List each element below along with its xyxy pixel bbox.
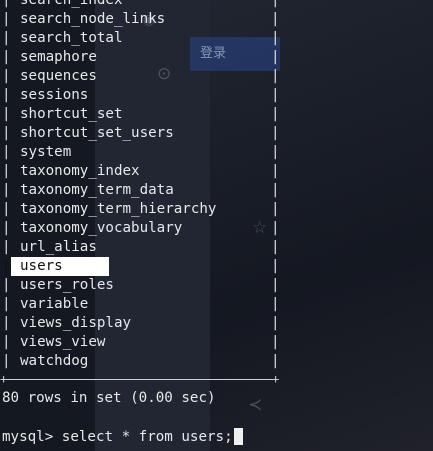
table-border-left: | [2,182,11,198]
table-row: | taxonomy_index | [0,162,433,181]
table-border-right: | [271,201,280,217]
table-row: | taxonomy_term_hierarchy | [0,200,433,219]
table-row: | variable | [0,295,433,314]
table-row: | shortcut_set_users | [0,124,433,143]
table-border-right: | [271,315,280,331]
table-border-left: | [2,125,11,141]
table-border-left: | [2,87,11,103]
table-border-right: | [271,68,280,84]
table-row: | users_roles | [0,276,433,295]
table-cell: taxonomy_vocabulary [20,220,183,236]
table-border-right: | [271,106,280,122]
table-border-right: | [271,353,280,369]
table-border-right: | [271,125,280,141]
table-row: | search_node_links | [0,10,433,29]
table-cell: url_alias [20,239,97,255]
table-border-right: | [271,296,280,312]
table-row: | users | [0,257,433,276]
table-row: | views_display | [0,314,433,333]
table-border-right: | [271,182,280,198]
table-cell: search_index [20,0,123,8]
table-border-right: | [271,163,280,179]
table-border-left: | [2,144,11,160]
table-cell: taxonomy_term_data [20,182,174,198]
table-border-left: | [2,0,11,8]
table-cell: system [20,144,72,160]
table-border-right: | [271,258,280,274]
table-row: | watchdog | [0,352,433,371]
table-cell: users [11,257,109,276]
result-summary: 80 rows in set (0.00 sec) [2,390,216,406]
command-input[interactable]: select * from users; [62,429,233,445]
table-border-left: | [2,258,11,274]
table-border-right: | [271,239,280,255]
table-cell: views_view [20,334,106,350]
table-cell: shortcut_set_users [20,125,174,141]
table-cell: taxonomy_term_hierarchy [20,201,217,217]
table-cell: sessions [20,87,89,103]
table-row: | sequences | [0,67,433,86]
table-row: | shortcut_set | [0,105,433,124]
table-border-left: | [2,163,11,179]
table-cell: sequences [20,68,97,84]
table-border-right: | [271,334,280,350]
table-border-left: | [2,353,11,369]
table-row: | search_total | [0,29,433,48]
mysql-prompt: mysql> [2,428,54,445]
table-row: | views_view | [0,333,433,352]
table-row: | search_index | [0,0,433,10]
table-border-right: | [271,277,280,293]
table-cell: watchdog [20,353,89,369]
table-row: | system | [0,143,433,162]
table-cell: users_roles [20,277,114,293]
table-border-left: | [2,334,11,350]
table-row: | taxonomy_vocabulary | [0,219,433,238]
table-border-right: | [271,0,280,8]
table-border-right: | [271,30,280,46]
terminal-output[interactable]: | search_index | | search_node_links | | search… [0,0,433,371]
table-row: | semaphore | [0,48,433,67]
table-border-left: | [2,220,11,236]
table-cell: search_total [20,30,123,46]
share-icon: ≺ [248,395,263,415]
table-border-left: | [2,106,11,122]
table-cell: shortcut_set [20,106,123,122]
table-border-right: | [271,220,280,236]
table-border-left: | [2,30,11,46]
table-corner-left: + [0,372,8,386]
table-border-left: | [2,296,11,312]
table-border-left: | [2,11,11,27]
table-border-left: | [2,277,11,293]
table-border-left: | [2,49,11,65]
table-row: | sessions | [0,86,433,105]
table-row: | url_alias | [0,238,433,257]
command-line[interactable]: mysql> select * from users; [2,428,243,445]
table-cell: search_node_links [20,11,166,27]
table-border-left: | [2,68,11,84]
table-cell: taxonomy_index [20,163,140,179]
table-border-left: | [2,239,11,255]
table-border-right: | [271,11,280,27]
table-cell: variable [20,296,89,312]
table-cell: semaphore [20,49,97,65]
table-border-left: | [2,201,11,217]
table-cell: views_display [20,315,132,331]
table-corner-right: + [272,372,280,386]
table-border-left: | [2,315,11,331]
table-border-right: | [271,49,280,65]
table-border-right: | [271,87,280,103]
text-cursor [233,428,243,445]
table-border-right: | [271,144,280,160]
table-bottom-border [2,379,278,380]
table-row: | taxonomy_term_data | [0,181,433,200]
